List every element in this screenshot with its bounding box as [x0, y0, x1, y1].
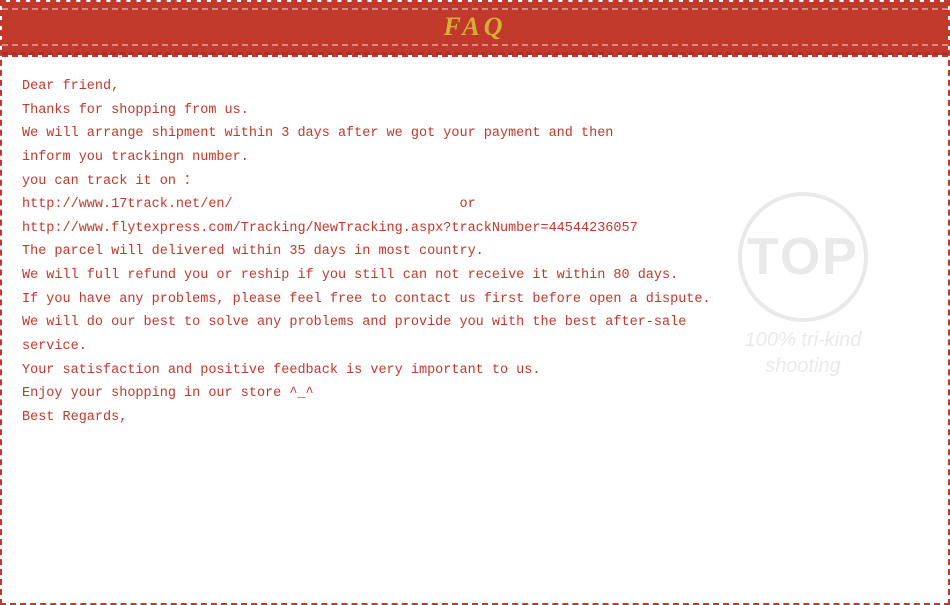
content-line-9: If you have any problems, please feel fr… — [22, 288, 928, 312]
content-line-10: We will do our best to solve any problem… — [22, 311, 928, 335]
header-section: FAQ — [2, 2, 948, 55]
header-dashed-bottom — [2, 44, 948, 46]
content-line-6: http://www.flytexpress.com/Tracking/NewT… — [22, 217, 928, 241]
content-line-1: Thanks for shopping from us. — [22, 99, 928, 123]
content-line-0: Dear friend, — [22, 75, 928, 99]
content-line-12: Your satisfaction and positive feedback … — [22, 359, 928, 383]
content-line-4: you can track it on ： — [22, 170, 928, 194]
content-line-13: Enjoy your shopping in our store ^_^ — [22, 382, 928, 406]
content-line-5: http://www.17track.net/en/ or — [22, 193, 928, 217]
content-area: TOP 100% tri-kind shooting Dear friend,T… — [2, 57, 948, 439]
content-line-2: We will arrange shipment within 3 days a… — [22, 122, 928, 146]
faq-title: FAQ — [443, 12, 506, 41]
content-line-3: inform you trackingn number. — [22, 146, 928, 170]
content-lines: Dear friend,Thanks for shopping from us.… — [22, 75, 928, 429]
content-line-8: We will full refund you or reship if you… — [22, 264, 928, 288]
page-wrapper: FAQ TOP 100% tri-kind shooting Dear frie… — [0, 0, 950, 605]
content-line-11: service. — [22, 335, 928, 359]
content-line-7: The parcel will delivered within 35 days… — [22, 240, 928, 264]
content-line-14: Best Regards, — [22, 406, 928, 430]
header-dashed-top — [2, 8, 948, 10]
